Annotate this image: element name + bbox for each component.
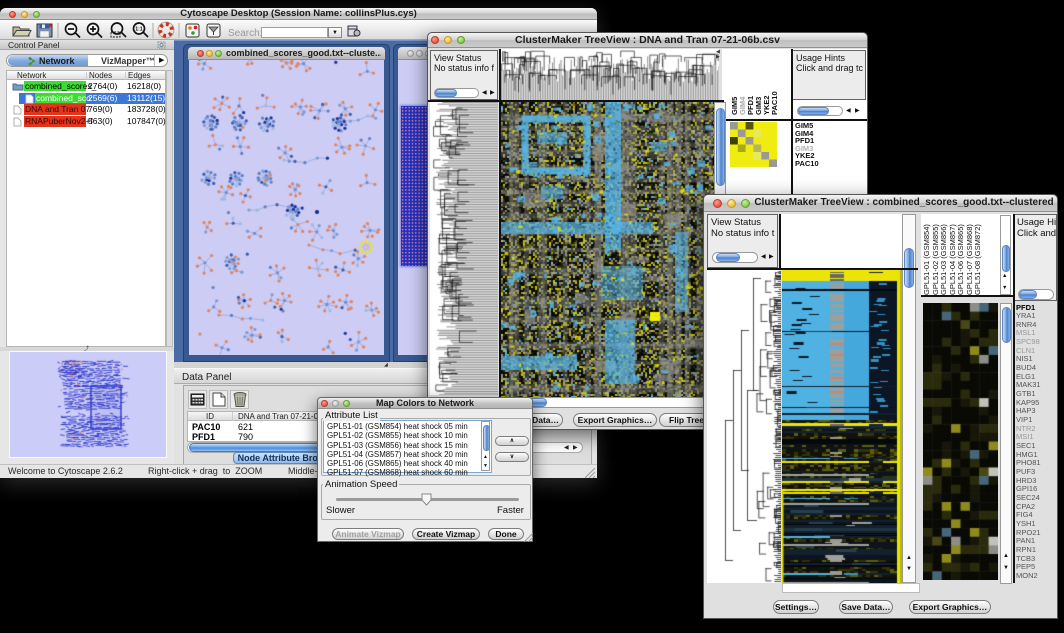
svg-text:1:1: 1:1 <box>135 27 143 33</box>
